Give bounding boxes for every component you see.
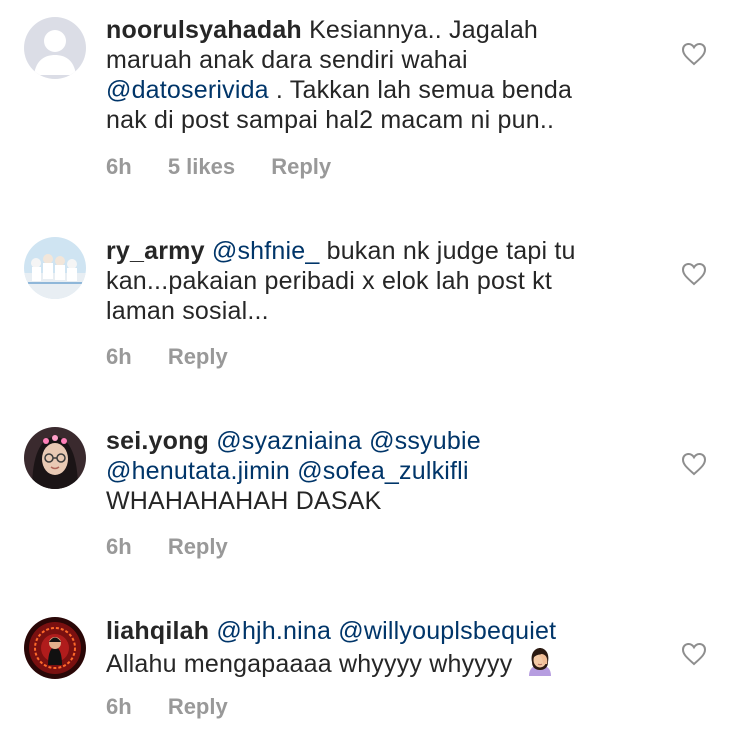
like-heart-icon[interactable] [681, 262, 707, 286]
reply-button[interactable]: Reply [168, 344, 228, 369]
comment-mention[interactable]: @syazniaina [216, 427, 362, 455]
comment-username[interactable]: sei.yong [106, 427, 209, 455]
comment-body: sei.yong @syazniaina @ssyubie @henutata.… [106, 426, 606, 516]
comment-mention[interactable]: @hjh.nina [216, 617, 331, 645]
comment-mention[interactable]: @ssyubie [369, 427, 481, 455]
comment-meta: 6h Reply [106, 694, 258, 720]
comment-body: ry_army @shfnie_ bukan nk judge tapi tu … [106, 236, 606, 326]
like-heart-icon[interactable] [681, 452, 707, 476]
comment-text: WHAHAHAHAH DASAK [106, 487, 382, 515]
comment-mention[interactable]: @shfnie_ [212, 237, 320, 265]
comment-likes[interactable]: 5 likes [168, 154, 235, 179]
comment-time: 6h [106, 534, 132, 559]
comment-body: noorulsyahadah Kesiannya.. Jagalah marua… [106, 15, 606, 135]
comment-mention[interactable]: @henutata.jimin [106, 457, 290, 485]
reply-button[interactable]: Reply [168, 534, 228, 559]
red-circle-avatar[interactable] [24, 617, 86, 679]
like-heart-icon[interactable] [681, 642, 707, 666]
comment-mention[interactable]: @datoserivida [106, 76, 269, 104]
facepalm-woman-emoji [528, 648, 551, 676]
like-heart-icon[interactable] [681, 42, 707, 66]
comment-mention[interactable]: @willyouplsbequiet [338, 617, 556, 645]
reply-button[interactable]: Reply [168, 694, 228, 719]
comment-username[interactable]: ry_army [106, 237, 205, 265]
comment-username[interactable]: liahqilah [106, 617, 209, 645]
comment-time: 6h [106, 154, 132, 179]
comment-meta: 6h 5 likes Reply [106, 154, 361, 180]
default-avatar-icon[interactable] [24, 17, 86, 79]
reply-button[interactable]: Reply [271, 154, 331, 179]
comment-username[interactable]: noorulsyahadah [106, 16, 302, 44]
comment-meta: 6h Reply [106, 344, 258, 370]
comment-mention[interactable]: @sofea_zulkifli [297, 457, 469, 485]
comment-time: 6h [106, 344, 132, 369]
comment-meta: 6h Reply [106, 534, 258, 560]
comment-text [362, 427, 369, 455]
comment-time: 6h [106, 694, 132, 719]
group-photo-avatar[interactable] [24, 237, 86, 299]
selfie-avatar[interactable] [24, 427, 86, 489]
comment-body: liahqilah @hjh.nina @willyouplsbequiet A… [106, 616, 626, 679]
comment-text: Allahu mengapaaaa whyyyy whyyyy [106, 650, 513, 678]
